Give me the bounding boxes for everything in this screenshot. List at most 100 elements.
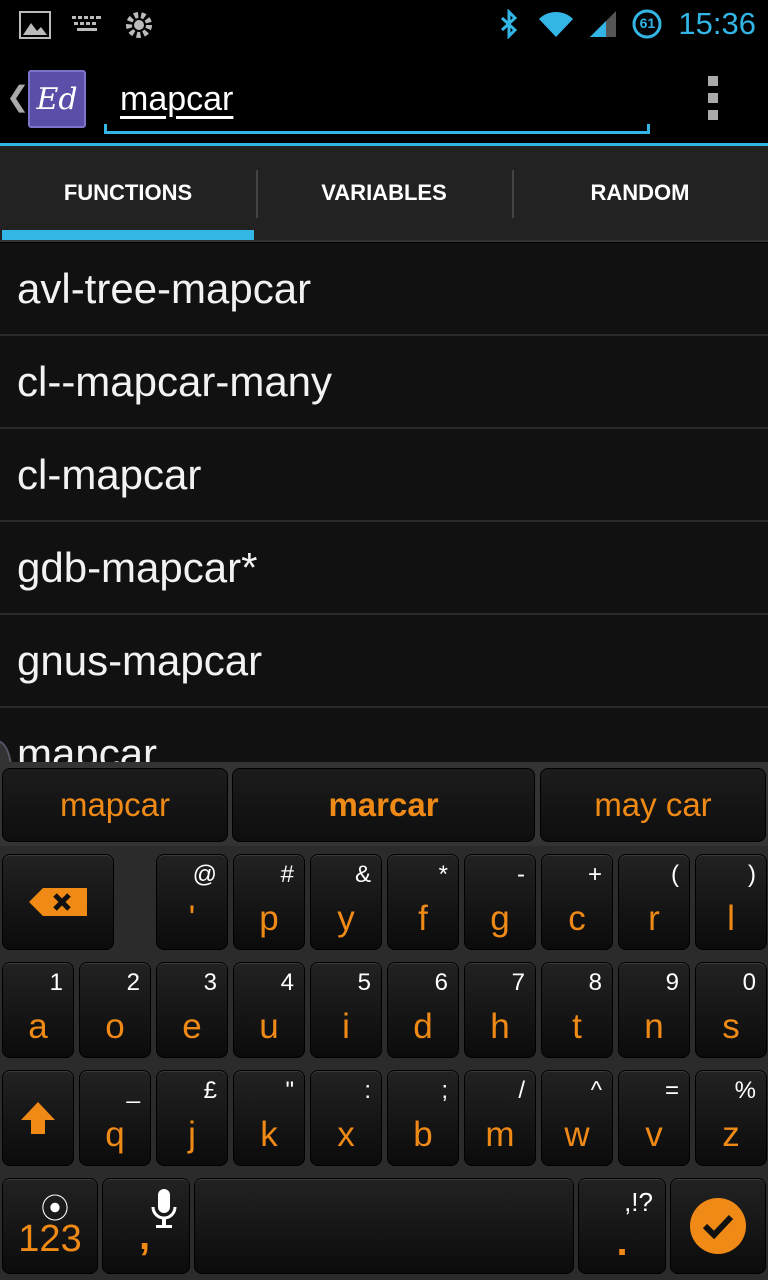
shift-key[interactable]	[2, 1070, 74, 1166]
key-i[interactable]: 5i	[310, 962, 382, 1058]
key-b[interactable]: ; b	[387, 1070, 459, 1166]
backspace-key[interactable]	[2, 854, 114, 950]
key-o[interactable]: 2o	[79, 962, 151, 1058]
search-field	[104, 68, 650, 138]
key-primary-label: z	[722, 1115, 740, 1154]
checkmark-icon	[690, 1198, 746, 1254]
key-secondary-label: "	[285, 1077, 294, 1104]
key-z[interactable]: % z	[695, 1070, 767, 1166]
list-item[interactable]: cl-mapcar	[0, 429, 768, 522]
key-primary-label: t	[572, 1007, 582, 1046]
back-caret-icon[interactable]: ❮	[6, 80, 29, 113]
punctuation-sub: ,!?	[624, 1187, 653, 1217]
wifi-icon	[536, 7, 576, 41]
key-l[interactable]: ) l	[695, 854, 767, 950]
key-f[interactable]: * f	[387, 854, 459, 950]
key-p[interactable]: # p	[233, 854, 305, 950]
key-secondary-label: #	[280, 861, 294, 888]
image-icon	[18, 8, 52, 42]
key-v[interactable]: = v	[618, 1070, 690, 1166]
key-primary-label: n	[644, 1007, 664, 1046]
shift-arrow-icon	[21, 1102, 55, 1134]
tab-variables[interactable]: VARIABLES	[256, 146, 512, 240]
key-primary-label: r	[648, 899, 660, 938]
key-e[interactable]: 3e	[156, 962, 228, 1058]
key-x[interactable]: :x	[310, 1070, 382, 1166]
key-secondary-label: +	[587, 861, 602, 888]
key-m[interactable]: / m	[464, 1070, 536, 1166]
period-label: .	[616, 1220, 628, 1264]
key-primary-label: d	[413, 1007, 433, 1046]
key-secondary-label: 3	[203, 969, 217, 996]
key-secondary-label: /	[518, 1077, 525, 1104]
app-icon-label: Ed	[36, 81, 78, 117]
tab-random[interactable]: RANDOM	[512, 146, 768, 240]
clock: 15:36	[678, 6, 756, 41]
key-secondary-label: 5	[357, 969, 371, 996]
overflow-menu-icon[interactable]	[706, 76, 720, 120]
key-primary-label: h	[490, 1007, 510, 1046]
key-g[interactable]: -g	[464, 854, 536, 950]
key-t[interactable]: 8t	[541, 962, 613, 1058]
key-primary-label: p	[259, 899, 279, 938]
key-primary-label: v	[645, 1115, 663, 1154]
key-u[interactable]: 4u	[233, 962, 305, 1058]
list-item[interactable]: gdb-mapcar*	[0, 522, 768, 615]
key-primary-label: i	[342, 1007, 350, 1046]
signal-icon	[586, 7, 620, 41]
key-d[interactable]: 6d	[387, 962, 459, 1058]
key-primary-label: j	[188, 1115, 196, 1154]
key-primary-label: o	[105, 1007, 125, 1046]
tab-label: VARIABLES	[321, 180, 447, 205]
punctuation-key[interactable]: ,!? .	[578, 1178, 666, 1274]
key-j[interactable]: £ j	[156, 1070, 228, 1166]
tab-functions[interactable]: FUNCTIONS	[0, 146, 256, 240]
key-primary-label: '	[188, 899, 196, 938]
key-r[interactable]: (r	[618, 854, 690, 950]
key-secondary-label: 4	[280, 969, 294, 996]
list-item[interactable]: cl--mapcar-many	[0, 336, 768, 429]
keyboard-icon	[70, 8, 104, 42]
action-bar: ❮ Ed	[0, 50, 768, 144]
comma-mic-key[interactable]: ,	[102, 1178, 190, 1274]
key-secondary-label: :	[364, 1077, 371, 1104]
key-primary-label: f	[418, 899, 428, 938]
tab-label: FUNCTIONS	[63, 180, 193, 205]
key-secondary-label: 7	[511, 969, 525, 996]
battery-level: 61	[639, 15, 656, 31]
numbers-key[interactable]: ⦿ 123	[2, 1178, 98, 1274]
key-w[interactable]: ^ w	[541, 1070, 613, 1166]
tab-label: RANDOM	[590, 180, 690, 205]
key-secondary-label: %	[734, 1077, 756, 1104]
key-h[interactable]: 7h	[464, 962, 536, 1058]
key-'[interactable]: @ '	[156, 854, 228, 950]
search-underline	[104, 124, 650, 134]
enter-key[interactable]	[670, 1178, 766, 1274]
space-key[interactable]	[194, 1178, 574, 1274]
status-bar: 61 15:36	[0, 0, 768, 50]
key-c[interactable]: + c	[541, 854, 613, 950]
suggestion-primary[interactable]: marcar	[232, 768, 535, 842]
soft-keyboard: mapcar marcar may car @ ' # p & y * f - g + c(r) l 1…	[0, 762, 768, 1280]
key-s[interactable]: 0s	[695, 962, 767, 1058]
key-primary-label: b	[413, 1115, 433, 1154]
search-input[interactable]	[104, 68, 650, 130]
key-primary-label: m	[485, 1115, 515, 1154]
suggestion[interactable]: mapcar	[2, 768, 228, 842]
comma-label: ,	[139, 1214, 151, 1258]
key-k[interactable]: " k	[233, 1070, 305, 1166]
key-n[interactable]: 9n	[618, 962, 690, 1058]
suggestion[interactable]: may car	[540, 768, 766, 842]
key-y[interactable]: & y	[310, 854, 382, 950]
list-item[interactable]: avl-tree-mapcar	[0, 243, 768, 336]
key-q[interactable]: _ q	[79, 1070, 151, 1166]
app-icon[interactable]: Ed	[28, 70, 86, 128]
list-item[interactable]: gnus-mapcar	[0, 615, 768, 708]
key-secondary-label: *	[438, 861, 448, 888]
key-secondary-label: £	[203, 1077, 217, 1104]
key-secondary-label: &	[354, 861, 371, 888]
key-secondary-label: 8	[588, 969, 602, 996]
key-a[interactable]: 1a	[2, 962, 74, 1058]
key-secondary-label: -	[517, 861, 525, 888]
list-item[interactable]: mapcar	[0, 708, 768, 764]
